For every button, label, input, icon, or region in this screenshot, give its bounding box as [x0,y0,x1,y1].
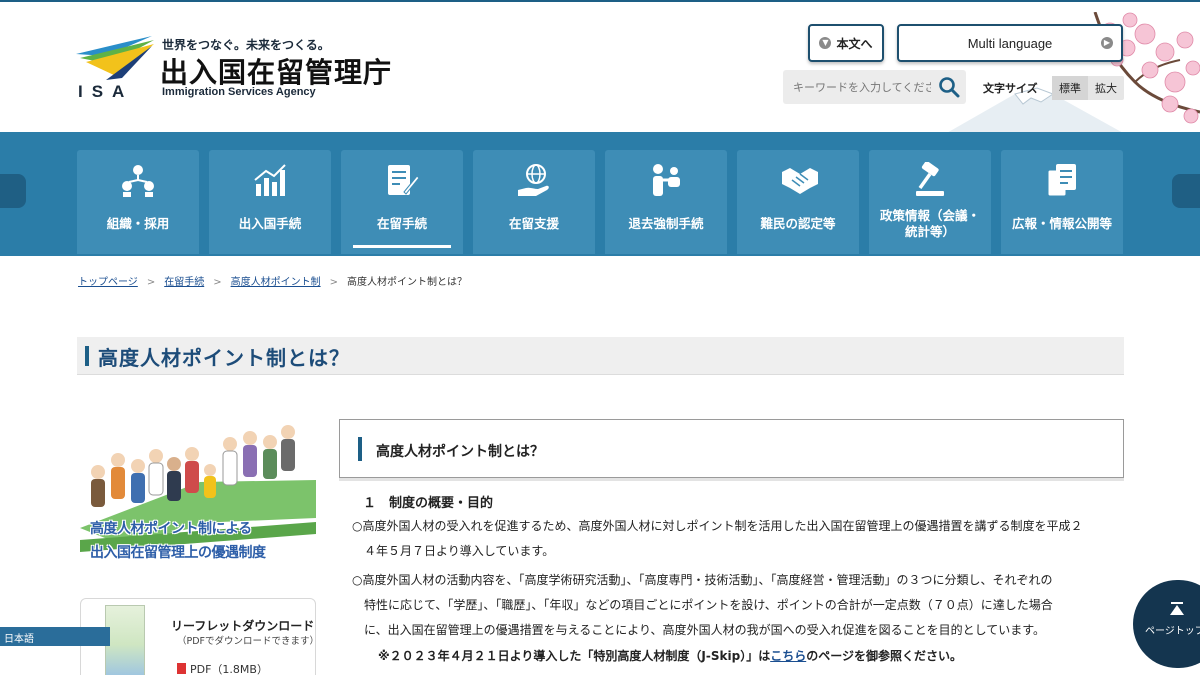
leaflet-pdf-link[interactable]: PDF（1.8MB） [177,661,268,675]
leaflet-download-card[interactable]: リーフレットダウンロード （PDFでダウンロードできます） PDF（1.8MB） [80,598,320,675]
organization-icon [122,165,154,197]
nav-item-refugee[interactable]: 難民の認定等 [737,150,859,254]
globe-hand-icon [518,164,549,196]
leaflet-subtitle: （PDFでダウンロードできます） [177,636,320,647]
nav-label: 在留手続 [376,216,427,231]
nav-item-policy[interactable]: 政策情報（会議・統計等） [869,150,991,254]
site-name: 出入国在留管理庁 [160,56,393,89]
site-logo[interactable]: ISA 世界をつなぐ。未来をつくる。 出入国在留管理庁 Immigration … [76,36,396,102]
nav-item-support[interactable]: 在留支援 [473,150,595,254]
font-size-standard-button[interactable]: 標準 [1052,76,1088,100]
isa-logo-mark-icon [76,36,154,80]
nav-label: 難民の認定等 [760,216,836,231]
people-icon [653,164,680,196]
breadcrumb-link-residence[interactable]: 在留手続 [164,277,204,288]
multi-language-label: Multi language [967,35,1053,51]
nav-decoration-right [1172,174,1200,208]
pdf-icon [177,663,186,674]
page-title-bar: 高度人材ポイント制とは？ [77,337,1124,375]
paragraph-line: 特性に応じて、「学歴」、「職歴」、「年収」などの項目ごとにポイントを設け、ポイン… [352,598,1053,612]
breadcrumb-link-top[interactable]: トップページ [78,277,138,288]
paragraph-line: ○高度外国人材の受入れを促進するため、高度外国人材に対しポイント制を活用した出入… [352,519,1083,533]
nav-label: 広報・情報公開等 [1011,216,1112,231]
search-icon[interactable] [938,76,960,98]
leaflet-thumbnail [105,605,145,675]
title-accent-bar [85,346,89,366]
skip-to-content-label: 本文へ [836,36,873,51]
promo-text-line2: 出入国在留管理上の優遇制度 [90,545,266,561]
breadcrumb-link-points[interactable]: 高度人材ポイント制 [231,277,321,288]
promo-text-line1: 高度人材ポイント制による [90,521,252,537]
paragraph-line: ○高度外国人材の活動内容を、「高度学術研究活動」、「高度専門・技術活動」、「高度… [352,573,1053,587]
nav-label: 政策情報（会議・統計等） [879,208,980,239]
nav-item-publicity[interactable]: 広報・情報公開等 [1001,150,1123,254]
nav-item-immigration[interactable]: 出入国手続 [209,150,331,254]
gavel-icon [916,162,944,196]
arrow-up-icon [1170,602,1184,615]
breadcrumb-current: 高度人材ポイント制とは？ [346,277,467,288]
nav-item-deportation[interactable]: 退去強制手続 [605,150,727,254]
section-heading: 高度人材ポイント制とは？ [376,444,544,460]
jskip-note: ※２０２３年４月２１日より導入した「特別高度人材制度（J-Skip）」はこちらの… [378,647,962,664]
promo-banner[interactable]: 高度人材ポイント制による 出入国在留管理上の優遇制度 [80,418,316,578]
leaflet-pdf-label: PDF（1.8MB） [190,663,268,675]
nav-item-residence[interactable]: 在留手続 [341,150,463,254]
leaflet-title: リーフレットダウンロード [171,619,315,633]
page-title: 高度人材ポイント制とは？ [98,346,350,370]
global-navigation: 組織・採用 出入国手続 在留手続 在留支援 退去強制手続 難民の認定等 政策情報… [0,132,1200,256]
document-pen-icon [388,165,420,195]
paragraph-line: に、出入国在留管理上の優遇措置を与えることにより、高度外国人材の我が国への受入れ… [352,623,1046,637]
documents-icon [1047,164,1076,197]
handshake-icon [782,168,818,194]
note-suffix: のページを御参照ください。 [806,649,962,663]
breadcrumb-separator-icon: > [146,277,156,288]
breadcrumb-separator-icon: > [329,277,338,288]
chart-icon [254,164,286,196]
nav-label: 組織・採用 [106,216,170,231]
multi-language-button[interactable]: Multi language ▶ [897,24,1123,62]
nav-item-organization[interactable]: 組織・採用 [77,150,199,254]
section-heading-box: 高度人材ポイント制とは？ [339,419,1124,478]
nav-label: 出入国手続 [238,216,302,231]
section-accent-bar [358,437,362,461]
jskip-link[interactable]: こちら [770,649,806,663]
site-header: ISA 世界をつなぐ。未来をつくる。 出入国在留管理庁 Immigration … [0,2,1200,134]
search-input[interactable] [793,78,931,96]
font-size-label: 文字サイズ [983,82,1038,95]
site-name-english: Immigration Services Agency [162,86,316,98]
page-top-button[interactable]: ページトップ [1133,580,1200,668]
active-nav-indicator [353,245,451,248]
language-selector-tab[interactable]: 日本語 [0,627,110,646]
chevron-right-icon: ▶ [1101,37,1113,49]
chevron-down-icon: ▼ [819,37,832,49]
site-search [783,70,966,104]
font-size-toggle: 標準 拡大 [1052,76,1124,100]
nav-label: 退去強制手続 [628,216,704,231]
paragraph-line: ４年５月７日より導入しています。 [352,544,555,558]
skip-to-content-button[interactable]: ▼ 本文へ [808,24,884,62]
nav-decoration-left [0,174,26,208]
font-size-large-button[interactable]: 拡大 [1088,76,1124,100]
breadcrumb: トップページ > 在留手続 > 高度人材ポイント制 > 高度人材ポイント制とは？ [78,273,467,288]
subsection-heading: １ 制度の概要・目的 [363,496,494,511]
nav-label: 在留支援 [508,216,559,231]
logo-abbreviation: ISA [78,82,134,101]
breadcrumb-separator-icon: > [213,277,222,288]
note-prefix: ※２０２３年４月２１日より導入した「特別高度人材制度（J-Skip）」は [378,649,771,663]
page-top-label: ページトップ [1145,626,1200,637]
